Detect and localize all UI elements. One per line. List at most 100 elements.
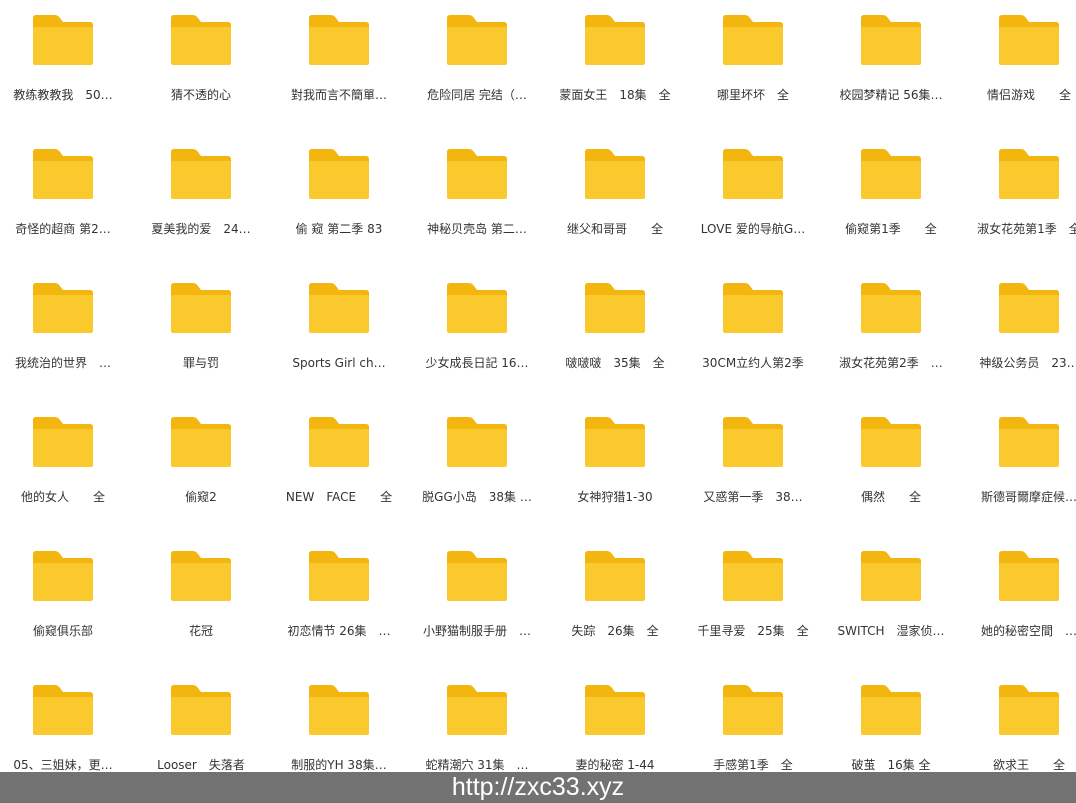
folder-icon (999, 149, 1059, 199)
folder-icon (861, 417, 921, 467)
folder-icon (585, 149, 645, 199)
folder-label: 啵啵啵 35集 全 (565, 356, 665, 370)
folder-icon (999, 15, 1059, 65)
folder-label: 少女成長日記 16… (425, 356, 529, 370)
folder-label: 夏美我的爱 24… (151, 222, 251, 236)
folder-item[interactable]: 淑女花苑第2季 … (831, 268, 951, 378)
folder-label: 偷窥2 (185, 490, 217, 504)
folder-icon (723, 15, 783, 65)
folder-item[interactable]: 小野猫制服手册 … (417, 536, 537, 646)
folder-label: 千里寻爱 25集 全 (697, 624, 809, 638)
folder-item[interactable]: 危险同居 完结（… (417, 0, 537, 110)
folder-item[interactable]: 偷窥第1季 全 (831, 134, 951, 244)
folder-item[interactable]: 校园梦精记 56集… (831, 0, 951, 110)
folder-icon (447, 149, 507, 199)
folder-item[interactable]: 破茧 16集 全 (831, 670, 951, 780)
folder-icon (171, 685, 231, 735)
folder-item[interactable]: 偶然 全 (831, 402, 951, 512)
folder-icon (309, 149, 369, 199)
folder-item[interactable]: 我统治的世界 … (3, 268, 123, 378)
folder-label: 破茧 16集 全 (851, 758, 931, 772)
folder-item[interactable]: 蛇精潮穴 31集 … (417, 670, 537, 780)
folder-item[interactable]: 千里寻爱 25集 全 (693, 536, 813, 646)
folder-label: 偷窥第1季 全 (845, 222, 937, 236)
folder-icon (447, 417, 507, 467)
folder-label: 我统治的世界 … (14, 356, 111, 370)
folder-item[interactable]: 制服的YH 38集… (279, 670, 399, 780)
folder-item[interactable]: Looser 失落者 (141, 670, 261, 780)
folder-item[interactable]: 啵啵啵 35集 全 (555, 268, 675, 378)
folder-item[interactable]: 女神狩猎1-30 (555, 402, 675, 512)
folder-item[interactable]: 猜不透的心 (141, 0, 261, 110)
folder-label: Looser 失落者 (157, 758, 245, 772)
folder-icon (171, 149, 231, 199)
folder-label: 制服的YH 38集… (291, 758, 387, 772)
folder-item[interactable]: NEW FACE 全 (279, 402, 399, 512)
folder-icon (447, 551, 507, 601)
folder-item[interactable]: 30CM立约人第2季 (693, 268, 813, 378)
folder-item[interactable]: SWITCH 湿家侦… (831, 536, 951, 646)
folder-item[interactable]: 蒙面女王 18集 全 (555, 0, 675, 110)
folder-icon (309, 551, 369, 601)
folder-icon (999, 417, 1059, 467)
folder-item[interactable]: 失踪 26集 全 (555, 536, 675, 646)
folder-icon (33, 15, 93, 65)
folder-item[interactable]: 教练教教我 50… (3, 0, 123, 110)
folder-item[interactable]: 奇怪的超商 第2… (3, 134, 123, 244)
folder-item[interactable]: 少女成長日記 16… (417, 268, 537, 378)
folder-item[interactable]: 神秘贝壳岛 第二… (417, 134, 537, 244)
folder-item[interactable]: 神级公务员 23… (969, 268, 1076, 378)
folder-label: NEW FACE 全 (285, 490, 393, 504)
folder-label: 偷窥俱乐部 (32, 624, 93, 638)
folder-item[interactable]: 妻的秘密 1-44 (555, 670, 675, 780)
folder-icon (723, 283, 783, 333)
folder-item[interactable]: 她的秘密空間 … (969, 536, 1076, 646)
folder-label: LOVE 爱的导航G… (700, 222, 806, 236)
folder-icon (33, 149, 93, 199)
folder-item[interactable]: 他的女人 全 (3, 402, 123, 512)
folder-item[interactable]: 夏美我的爱 24… (141, 134, 261, 244)
folder-icon (723, 551, 783, 601)
folder-item[interactable]: 偷窥2 (141, 402, 261, 512)
folder-icon (309, 417, 369, 467)
folder-item[interactable]: 淑女花苑第1季 全 (969, 134, 1076, 244)
folder-item[interactable]: 花冠 (141, 536, 261, 646)
folder-item[interactable]: Sports Girl ch… (279, 268, 399, 378)
folder-item[interactable]: 情侣游戏 全 (969, 0, 1076, 110)
folder-icon (861, 551, 921, 601)
folder-icon (33, 417, 93, 467)
folder-label: 继父和哥哥 全 (566, 222, 663, 236)
folder-label: 他的女人 全 (20, 490, 105, 504)
folder-label: 女神狩猎1-30 (577, 490, 653, 504)
folder-item[interactable]: 欲求王 全 (969, 670, 1076, 780)
folder-item[interactable]: 罪与罚 (141, 268, 261, 378)
folder-item[interactable]: 哪里坏坏 全 (693, 0, 813, 110)
folder-item[interactable]: 手感第1季 全 (693, 670, 813, 780)
folder-item[interactable]: 脱GG小岛 38集 … (417, 402, 537, 512)
folder-label: 蛇精潮穴 31集 … (425, 758, 529, 772)
folder-label: 蒙面女王 18集 全 (559, 88, 671, 102)
folder-item[interactable]: 初恋情节 26集 … (279, 536, 399, 646)
folder-label: 05、三姐妹，更… (13, 758, 113, 772)
folder-icon (171, 551, 231, 601)
folder-label: 罪与罚 (182, 356, 219, 370)
folder-icon (723, 685, 783, 735)
folder-label: 花冠 (188, 624, 213, 638)
folder-label: 欲求王 全 (992, 758, 1065, 772)
folder-item[interactable]: 偷窥俱乐部 (3, 536, 123, 646)
folder-icon (999, 685, 1059, 735)
folder-icon (171, 15, 231, 65)
folder-item[interactable]: LOVE 爱的导航G… (693, 134, 813, 244)
folder-icon (999, 551, 1059, 601)
folder-item[interactable]: 偷 窥 第二季 83 (279, 134, 399, 244)
folder-item[interactable]: 斯德哥爾摩症候… (969, 402, 1076, 512)
folder-item[interactable]: 05、三姐妹，更… (3, 670, 123, 780)
folder-label: 手感第1季 全 (713, 758, 793, 772)
folder-icon (585, 15, 645, 65)
folder-item[interactable]: 對我而言不簡單… (279, 0, 399, 110)
folder-label: 教练教教我 50… (13, 88, 113, 102)
folder-item[interactable]: 继父和哥哥 全 (555, 134, 675, 244)
folder-icon (585, 685, 645, 735)
folder-icon (861, 685, 921, 735)
folder-item[interactable]: 又惑第一季 38… (693, 402, 813, 512)
